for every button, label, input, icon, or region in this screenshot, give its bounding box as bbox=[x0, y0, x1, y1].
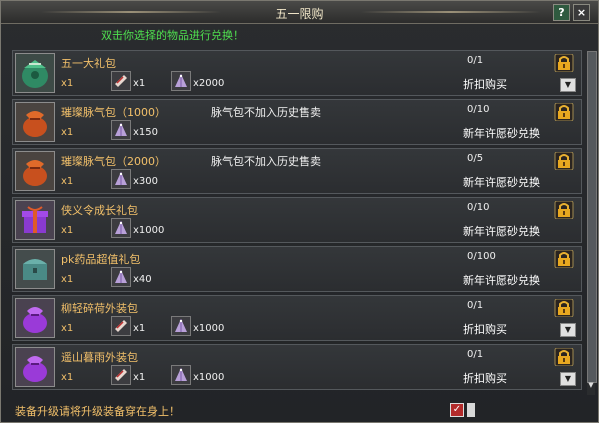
chevron-down-icon[interactable]: ▼ bbox=[560, 323, 576, 337]
cost-amount: x1 bbox=[133, 323, 146, 334]
shop-item-row[interactable]: 侠义令成长礼包 x1 x1000 0/10 新年许愿砂兑换 bbox=[12, 197, 582, 243]
purchase-count: 0/1 bbox=[467, 55, 484, 66]
lock-icon[interactable] bbox=[554, 250, 574, 268]
cost-amount: x300 bbox=[133, 176, 159, 187]
shop-item-row[interactable]: 遥山暮雨外装包 x1 x1 x1000 0/1 折扣购买 ▼ bbox=[12, 344, 582, 390]
item-quantity: x1 bbox=[61, 127, 74, 138]
item-note: 脉气包不加入历史售卖 bbox=[211, 106, 321, 119]
scrollbar[interactable] bbox=[587, 51, 597, 395]
shop-item-row[interactable]: 柳轻碎荷外装包 x1 x1 x1000 0/1 折扣购买 ▼ bbox=[12, 295, 582, 341]
title-bar[interactable]: 五一限购 ? × bbox=[1, 1, 598, 24]
purchase-count: 0/1 bbox=[467, 349, 484, 360]
exchange-action[interactable]: 折扣购买 bbox=[463, 76, 507, 92]
exchange-action[interactable]: 新年许愿砂兑换 bbox=[463, 223, 540, 239]
footer-toggle[interactable] bbox=[467, 403, 475, 417]
item-name: 遥山暮雨外装包 bbox=[61, 351, 138, 364]
teal-chest-icon[interactable] bbox=[15, 249, 55, 289]
exchange-action[interactable]: 新年许愿砂兑换 bbox=[463, 174, 540, 190]
scroll-down-arrow[interactable]: ▼ bbox=[587, 381, 595, 389]
item-quantity: x1 bbox=[61, 323, 74, 334]
item-note: 脉气包不加入历史售卖 bbox=[211, 155, 321, 168]
shop-item-row[interactable]: 五一大礼包 x1 x1 x2000 0/1 折扣购买 ▼ bbox=[12, 50, 582, 96]
scroll-thumb[interactable] bbox=[587, 51, 597, 383]
lock-icon[interactable] bbox=[554, 201, 574, 219]
cost-amount: x1 bbox=[133, 78, 146, 89]
exchange-action[interactable]: 折扣购买 bbox=[463, 321, 507, 337]
item-name: 五一大礼包 bbox=[61, 57, 116, 70]
item-quantity: x1 bbox=[61, 225, 74, 236]
item-name: 柳轻碎荷外装包 bbox=[61, 302, 138, 315]
window-title: 五一限购 bbox=[275, 7, 324, 21]
item-name: pk药品超值礼包 bbox=[61, 253, 141, 266]
orange-pouch-icon[interactable] bbox=[15, 151, 55, 191]
cost-amount: x1000 bbox=[133, 225, 165, 236]
green-gift-box-icon[interactable] bbox=[15, 53, 55, 93]
exchange-action[interactable]: 新年许愿砂兑换 bbox=[463, 272, 540, 288]
exchange-action[interactable]: 新年许愿砂兑换 bbox=[463, 125, 540, 141]
instruction-hint: 双击你选择的物品进行兑换！ bbox=[101, 29, 244, 42]
chevron-down-icon[interactable]: ▼ bbox=[560, 372, 576, 386]
purchase-count: 0/5 bbox=[467, 153, 484, 164]
sand-pyramid-icon bbox=[111, 218, 131, 238]
scroll-ticket-icon bbox=[111, 316, 131, 336]
limited-shop-window: 五一限购 ? × 双击你选择的物品进行兑换！ 五一大礼包 x1 x1 x2000 0/1… bbox=[0, 0, 599, 423]
lock-icon[interactable] bbox=[554, 348, 574, 366]
purple-pouch-icon[interactable] bbox=[15, 298, 55, 338]
lock-icon[interactable] bbox=[554, 299, 574, 317]
shop-item-row[interactable]: pk药品超值礼包 x1 x40 0/100 新年许愿砂兑换 bbox=[12, 246, 582, 292]
shop-item-row[interactable]: 璀璨脉气包（1000） 脉气包不加入历史售卖 x1 x150 0/10 新年许愿砂兑换 bbox=[12, 99, 582, 145]
scroll-ticket-icon bbox=[111, 365, 131, 385]
exchange-action[interactable]: 折扣购买 bbox=[463, 370, 507, 386]
lock-icon[interactable] bbox=[554, 54, 574, 72]
item-name: 侠义令成长礼包 bbox=[61, 204, 138, 217]
cost-amount: x1 bbox=[133, 372, 146, 383]
sand-pyramid-icon bbox=[111, 267, 131, 287]
purchase-count: 0/10 bbox=[467, 104, 490, 115]
cost-amount: x150 bbox=[133, 127, 159, 138]
item-quantity: x1 bbox=[61, 176, 74, 187]
sand-pyramid-icon bbox=[111, 120, 131, 140]
sand-pyramid-icon bbox=[171, 71, 191, 91]
purple-gift-box-icon[interactable] bbox=[15, 200, 55, 240]
purple-pouch-icon[interactable] bbox=[15, 347, 55, 387]
cost-amount: x2000 bbox=[193, 78, 225, 89]
item-name: 璀璨脉气包（1000） bbox=[61, 106, 166, 119]
purchase-count: 0/10 bbox=[467, 202, 490, 213]
purchase-count: 0/100 bbox=[467, 251, 496, 262]
footer-tip: 装备升级请将升级装备穿在身上！ bbox=[15, 405, 180, 418]
item-quantity: x1 bbox=[61, 274, 74, 285]
orange-pouch-icon[interactable] bbox=[15, 102, 55, 142]
item-name: 璀璨脉气包（2000） bbox=[61, 155, 166, 168]
chevron-down-icon[interactable]: ▼ bbox=[560, 78, 576, 92]
cost-amount: x1000 bbox=[193, 323, 225, 334]
sand-pyramid-icon bbox=[171, 365, 191, 385]
footer-checkbox[interactable]: ✓ bbox=[450, 403, 464, 417]
help-button[interactable]: ? bbox=[553, 4, 570, 21]
item-quantity: x1 bbox=[61, 372, 74, 383]
item-quantity: x1 bbox=[61, 78, 74, 89]
scroll-ticket-icon bbox=[111, 71, 131, 91]
purchase-count: 0/1 bbox=[467, 300, 484, 311]
shop-item-row[interactable]: 璀璨脉气包（2000） 脉气包不加入历史售卖 x1 x300 0/5 新年许愿砂兑换 bbox=[12, 148, 582, 194]
cost-amount: x40 bbox=[133, 274, 152, 285]
sand-pyramid-icon bbox=[171, 316, 191, 336]
item-list: 五一大礼包 x1 x1 x2000 0/1 折扣购买 ▼ 璀璨脉气包（1000） 脉气包不加入历… bbox=[12, 50, 585, 396]
lock-icon[interactable] bbox=[554, 152, 574, 170]
sand-pyramid-icon bbox=[111, 169, 131, 189]
cost-amount: x1000 bbox=[193, 372, 225, 383]
lock-icon[interactable] bbox=[554, 103, 574, 121]
close-button[interactable]: × bbox=[573, 4, 590, 21]
